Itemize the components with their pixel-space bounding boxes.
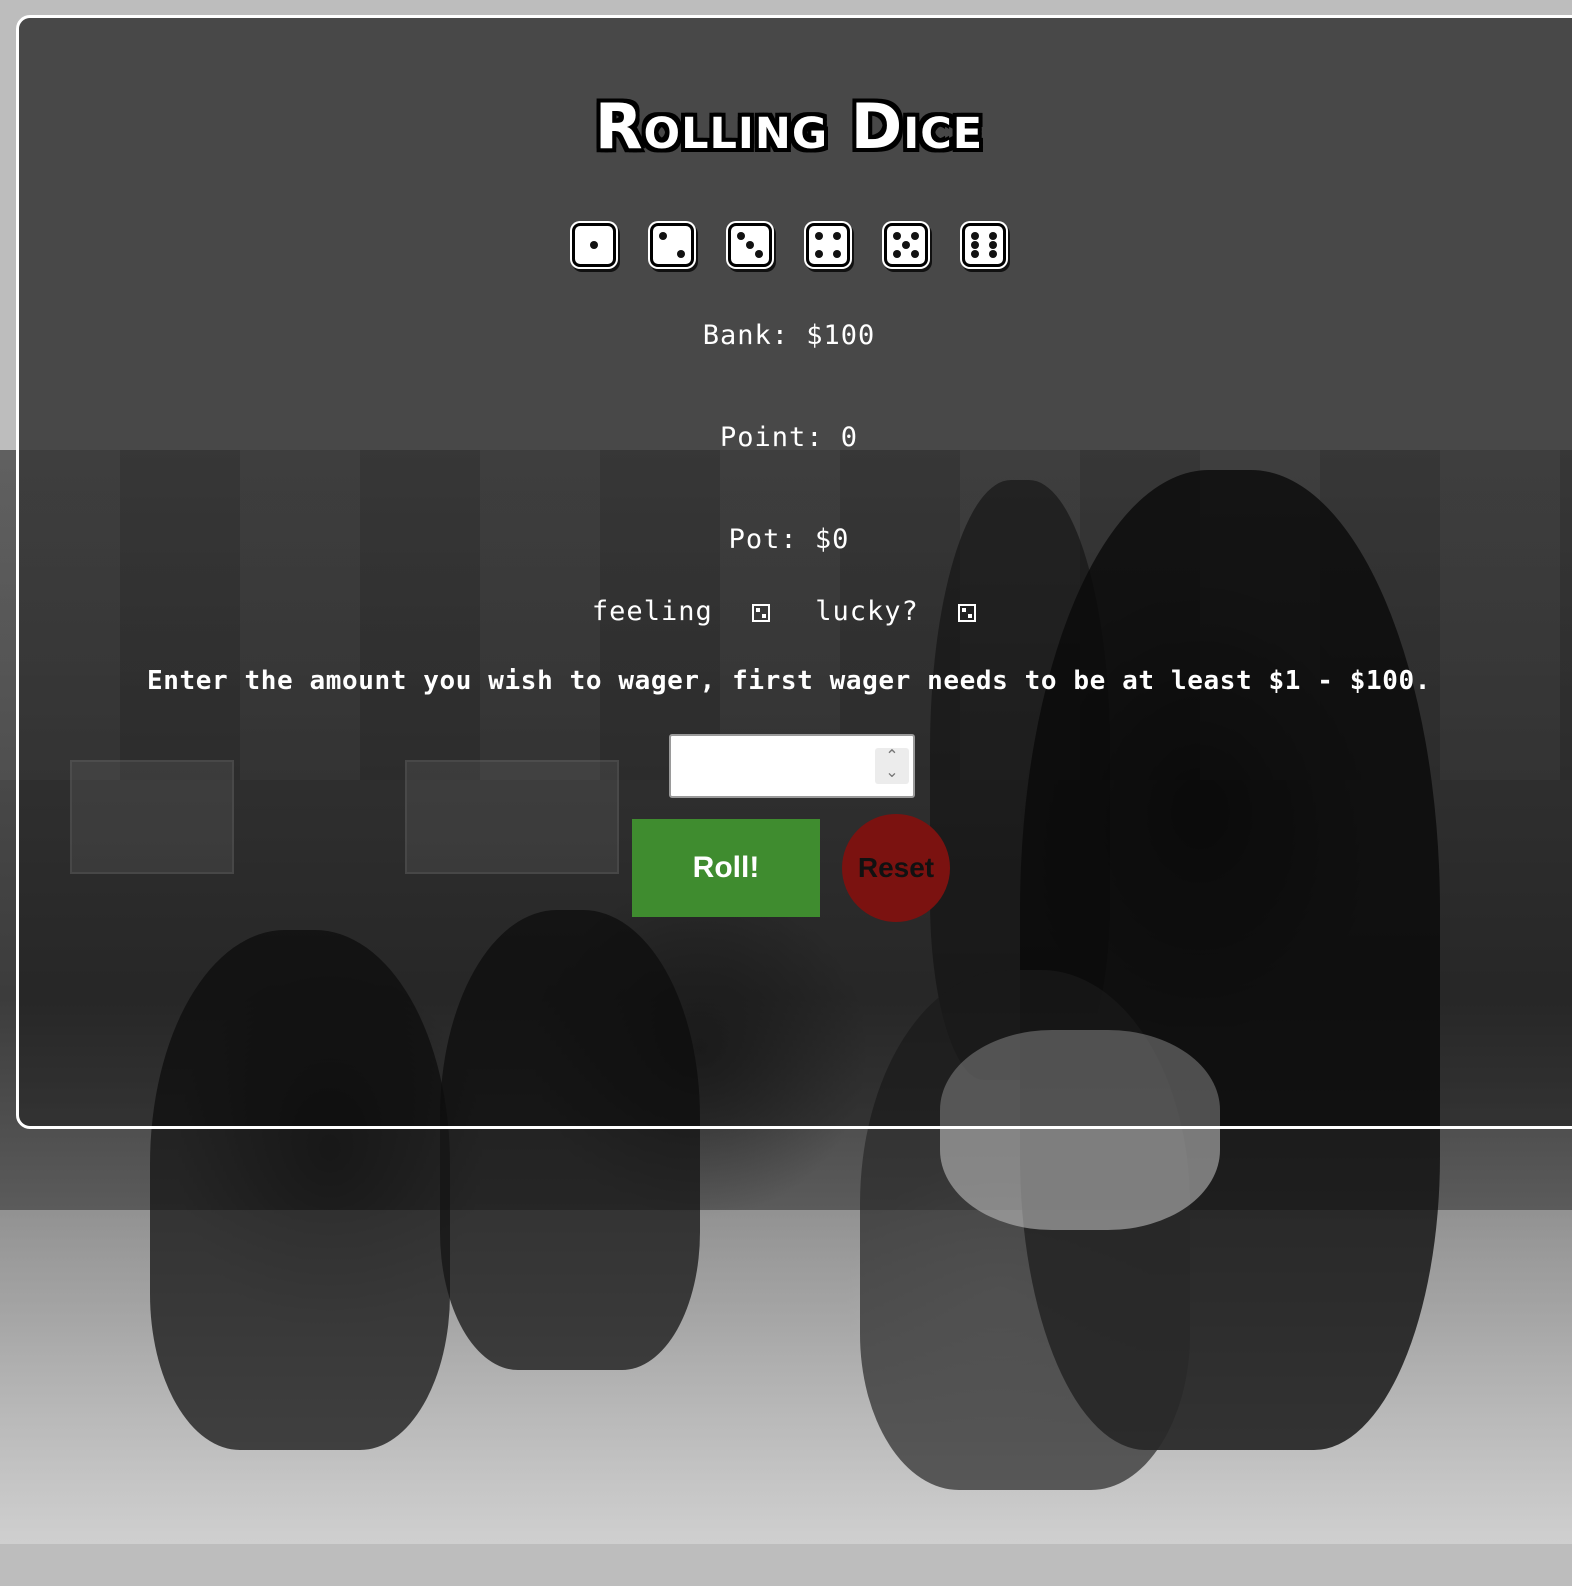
- small-die-icon: [958, 603, 977, 622]
- die-one-icon: [572, 223, 616, 267]
- wager-instruction: Enter the amount you wish to wager, firs…: [146, 666, 1431, 696]
- lucky-word: lucky?: [815, 596, 919, 627]
- die-six-icon: [962, 223, 1006, 267]
- feeling-lucky-text: feeling lucky?: [19, 596, 1559, 627]
- bank-amount: Bank: $100: [702, 320, 876, 351]
- die-three-icon: [728, 223, 772, 267]
- reset-button[interactable]: Reset: [842, 814, 950, 922]
- point-value: Point: 0: [719, 422, 859, 453]
- wager-stepper[interactable]: ⌃ ⌄: [875, 748, 909, 784]
- chevron-down-icon[interactable]: ⌄: [875, 764, 909, 780]
- page-title: Rolling Dice: [594, 90, 984, 163]
- small-die-icon: [751, 603, 770, 622]
- dice-row: [19, 223, 1559, 267]
- die-five-icon: [884, 223, 928, 267]
- game-panel: Rolling Dice Bank: $100 Point: 0 Pot: $0…: [16, 15, 1572, 1129]
- die-two-icon: [650, 223, 694, 267]
- roll-button[interactable]: Roll!: [632, 819, 820, 917]
- feeling-word: feeling: [591, 596, 713, 627]
- pot-amount: Pot: $0: [728, 524, 850, 555]
- die-four-icon: [806, 223, 850, 267]
